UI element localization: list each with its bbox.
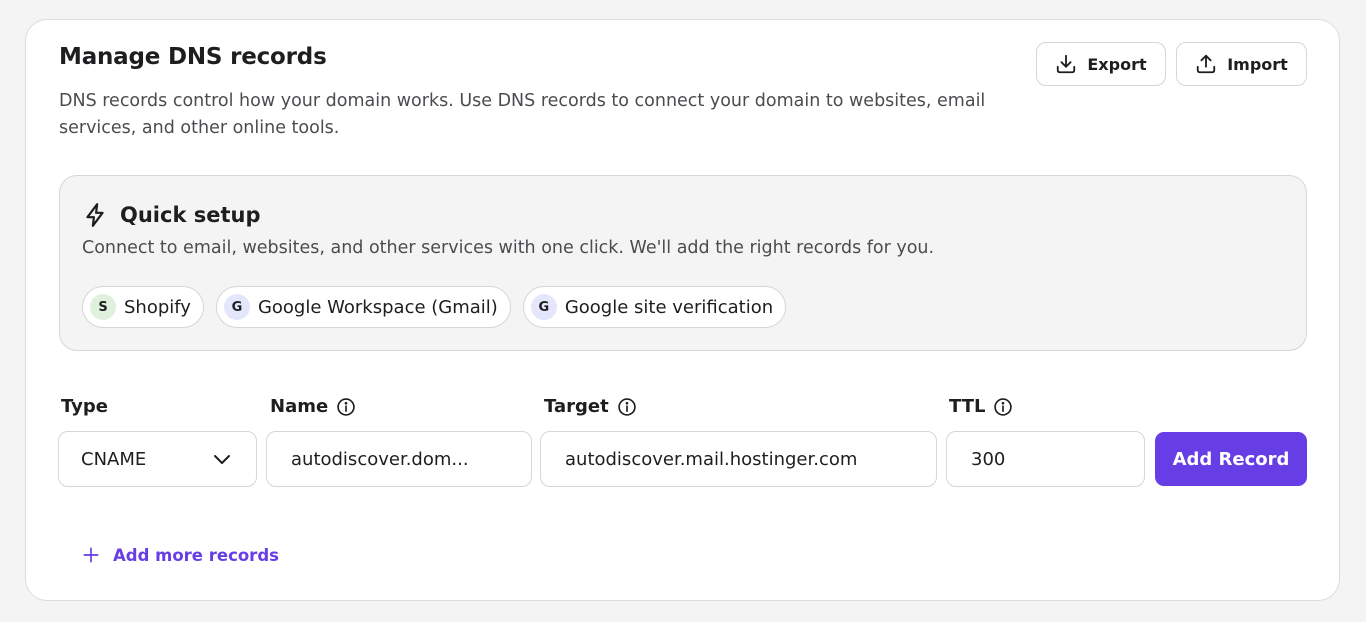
quick-setup-chips: S Shopify G Google Workspace (Gmail) G G…	[82, 286, 787, 328]
chip-label: Shopify	[124, 296, 191, 318]
export-button[interactable]: Export	[1036, 42, 1166, 86]
target-label: Target	[544, 396, 637, 417]
type-value: CNAME	[81, 448, 147, 470]
type-select[interactable]: CNAME	[58, 431, 257, 487]
ttl-value: 300	[971, 448, 1006, 470]
chip-google-workspace[interactable]: G Google Workspace (Gmail)	[215, 286, 511, 328]
import-label: Import	[1227, 54, 1288, 74]
add-more-label: Add more records	[113, 545, 279, 565]
name-label: Name	[270, 396, 356, 417]
target-label-text: Target	[544, 396, 609, 417]
chip-google-site-verification[interactable]: G Google site verification	[522, 286, 787, 328]
name-input[interactable]: autodiscover.dom...	[266, 431, 532, 487]
target-value: autodiscover.mail.hostinger.com	[565, 448, 858, 470]
dns-records-card: Manage DNS records DNS records control h…	[25, 19, 1340, 601]
plus-icon	[83, 547, 99, 563]
google-badge: G	[223, 294, 250, 320]
quick-setup-panel: Quick setup Connect to email, websites, …	[59, 175, 1307, 351]
quick-setup-header: Quick setup	[82, 202, 261, 228]
info-icon[interactable]	[993, 397, 1013, 417]
quick-setup-title: Quick setup	[120, 203, 261, 227]
ttl-label: TTL	[949, 396, 1013, 417]
chip-shopify[interactable]: S Shopify	[82, 286, 204, 328]
target-input[interactable]: autodiscover.mail.hostinger.com	[540, 431, 937, 487]
chevron-down-icon	[214, 455, 230, 464]
chip-label: Google Workspace (Gmail)	[257, 296, 498, 318]
add-record-button[interactable]: Add Record	[1155, 432, 1307, 486]
upload-icon	[1197, 54, 1216, 74]
ttl-label-text: TTL	[949, 396, 986, 417]
lightning-icon	[86, 203, 104, 227]
page-description: DNS records control how your domain work…	[59, 91, 986, 138]
info-icon[interactable]	[336, 397, 356, 417]
quick-setup-description: Connect to email, websites, and other se…	[82, 238, 935, 258]
import-button[interactable]: Import	[1176, 42, 1307, 86]
chip-label: Google site verification	[564, 296, 774, 318]
download-icon	[1057, 54, 1076, 74]
name-label-text: Name	[270, 396, 329, 417]
export-label: Export	[1087, 54, 1147, 74]
info-icon[interactable]	[617, 397, 637, 417]
type-label-text: Type	[61, 396, 108, 417]
shopify-badge: S	[90, 294, 116, 320]
name-value: autodiscover.dom...	[291, 448, 469, 470]
google-badge: G	[530, 294, 557, 320]
add-more-records-link[interactable]: Add more records	[81, 545, 279, 565]
add-record-label: Add Record	[1172, 448, 1290, 470]
page-title: Manage DNS records	[59, 44, 327, 70]
ttl-input[interactable]: 300	[946, 431, 1145, 487]
type-label: Type	[61, 396, 108, 417]
